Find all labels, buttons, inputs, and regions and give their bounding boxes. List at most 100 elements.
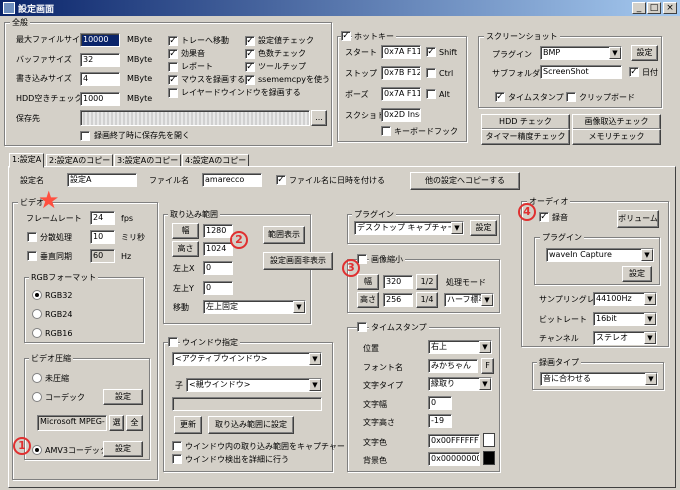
open-after-checkbox[interactable]: [80, 131, 90, 141]
tooltip-checkbox[interactable]: ✓: [245, 62, 255, 72]
ts-font-input[interactable]: みかちゃん: [428, 359, 478, 373]
ss-subfolder-input[interactable]: ScreenShot: [540, 65, 622, 79]
shrink-width-button[interactable]: 幅: [357, 274, 379, 290]
codec-settings-button[interactable]: 設定: [103, 389, 143, 405]
codec-all-button[interactable]: 全: [126, 415, 143, 431]
maximize-button[interactable]: □: [647, 2, 661, 14]
plugin-dropdown[interactable]: デスクトップ キャプチャー ▼: [354, 221, 464, 235]
ss-plugin-dropdown[interactable]: BMP ▼: [540, 46, 622, 60]
volume-button[interactable]: ボリューム: [617, 210, 659, 228]
parent-window-dropdown[interactable]: <親ウインドウ> ▼: [186, 378, 322, 392]
audio-plugin-dropdown[interactable]: waveIn Capture ▼: [546, 248, 654, 262]
mouse-checkbox[interactable]: ✓: [168, 75, 178, 85]
hdd-free-input[interactable]: 1000: [80, 92, 120, 106]
shrink-width-input[interactable]: 320: [383, 275, 413, 289]
memory-check-button[interactable]: メモリチェック: [572, 129, 661, 145]
codec-radio[interactable]: [32, 392, 42, 402]
show-range-button[interactable]: 範囲表示: [263, 226, 305, 244]
hide-settings-button[interactable]: 設定画面非表示: [263, 252, 333, 270]
ss-date-checkbox[interactable]: ✓: [629, 67, 639, 77]
shrink-height-button[interactable]: 高さ: [357, 292, 379, 308]
file-name-input[interactable]: amarecco: [202, 173, 262, 187]
bg-color-swatch[interactable]: [483, 451, 495, 465]
width-button[interactable]: 幅: [172, 223, 199, 239]
keyboard-hook-checkbox[interactable]: [381, 126, 391, 136]
color-check-checkbox[interactable]: ✓: [245, 49, 255, 59]
framerate-input[interactable]: 24: [90, 211, 115, 225]
capture-check-button[interactable]: 画像取込チェック: [572, 114, 661, 130]
ss-clipboard-checkbox[interactable]: [566, 92, 576, 102]
max-file-size-input[interactable]: 10000: [80, 33, 120, 47]
timer-check-button[interactable]: タイマー精度チェック: [481, 129, 570, 145]
ts-cw-input[interactable]: 0: [428, 396, 452, 410]
ts-pos-dropdown[interactable]: 右上 ▼: [428, 340, 492, 354]
set-range-button[interactable]: 取り込み範囲に設定: [208, 416, 294, 434]
minimize-button[interactable]: _: [632, 2, 646, 14]
capture-height-input[interactable]: 1024: [203, 242, 233, 256]
ts-color-input[interactable]: 0x00FFFFFF: [428, 434, 480, 448]
rgb32-radio[interactable]: [32, 290, 42, 300]
append-date-checkbox[interactable]: ✓: [276, 175, 286, 185]
hotkey-checkbox[interactable]: ✓: [341, 31, 351, 41]
refresh-button[interactable]: 更新: [174, 416, 202, 434]
height-button[interactable]: 高さ: [172, 241, 199, 257]
write-size-input[interactable]: 4: [80, 72, 120, 86]
uncompressed-radio[interactable]: [32, 373, 42, 383]
layer-checkbox[interactable]: [168, 88, 178, 98]
plugin-settings-button[interactable]: 設定: [470, 220, 497, 236]
save-dir-input[interactable]: [80, 110, 310, 126]
buffer-size-input[interactable]: 32: [80, 53, 120, 67]
ss-settings-button[interactable]: 設定: [631, 45, 658, 61]
report-checkbox[interactable]: [168, 62, 178, 72]
vsync-input[interactable]: 60: [90, 249, 115, 263]
close-button[interactable]: ×: [663, 2, 677, 14]
copy-settings-button[interactable]: 他の設定へコピーする: [410, 172, 520, 190]
ts-bg-input[interactable]: 0x00000000: [428, 452, 480, 466]
sse-checkbox[interactable]: ✓: [245, 75, 255, 85]
rec-type-dropdown[interactable]: 音に合わせる ▼: [540, 372, 658, 386]
amv3-radio[interactable]: [32, 445, 42, 455]
font-picker-button[interactable]: F: [481, 358, 494, 374]
shrink-height-input[interactable]: 256: [383, 293, 413, 307]
codec-select-button[interactable]: 選: [109, 415, 124, 431]
ctrl-checkbox[interactable]: [426, 68, 436, 78]
ts-type-dropdown[interactable]: 縁取り ▼: [428, 377, 492, 391]
browse-button[interactable]: ...: [311, 110, 327, 126]
timestamp-checkbox[interactable]: [357, 322, 367, 332]
bit-rate-dropdown[interactable]: 16bit ▼: [593, 312, 657, 326]
sample-rate-dropdown[interactable]: 44100Hz ▼: [593, 292, 657, 306]
record-audio-checkbox[interactable]: ✓: [539, 212, 549, 222]
hotkey-pause-input[interactable]: 0x7A F11: [381, 87, 421, 101]
profile-name-input[interactable]: 設定A: [67, 173, 137, 187]
ts-ch-input[interactable]: -19: [428, 414, 452, 428]
vsync-checkbox[interactable]: [27, 251, 37, 261]
sound-checkbox[interactable]: ✓: [168, 49, 178, 59]
split-checkbox[interactable]: [27, 232, 37, 242]
rgb24-radio[interactable]: [32, 309, 42, 319]
rgb16-radio[interactable]: [32, 328, 42, 338]
amv3-settings-button[interactable]: 設定: [103, 441, 143, 457]
left-y-input[interactable]: 0: [203, 281, 233, 295]
alt-checkbox[interactable]: [426, 89, 436, 99]
active-window-dropdown[interactable]: <アクティブウインドウ> ▼: [172, 352, 322, 366]
detail-checkbox[interactable]: [172, 454, 182, 464]
shift-checkbox[interactable]: ✓: [426, 47, 436, 57]
channel-dropdown[interactable]: ステレオ ▼: [593, 331, 657, 345]
hotkey-snapshot-input[interactable]: 0x2D Inse: [381, 108, 421, 122]
tab-1[interactable]: 1:設定A: [9, 153, 45, 168]
window-spec-checkbox[interactable]: [168, 337, 178, 347]
text-color-swatch[interactable]: [483, 433, 495, 447]
hotkey-stop-input[interactable]: 0x7B F12: [381, 66, 421, 80]
process-mode-dropdown[interactable]: ハーフ標準 ▼: [444, 293, 494, 307]
tray-checkbox[interactable]: ✓: [168, 36, 178, 46]
settings-check-checkbox[interactable]: ✓: [245, 36, 255, 46]
ss-timestamp-checkbox[interactable]: ✓: [495, 92, 505, 102]
left-x-input[interactable]: 0: [203, 261, 233, 275]
quarter-button[interactable]: 1/4: [416, 292, 438, 308]
capture-width-input[interactable]: 1280: [203, 224, 233, 238]
hdd-check-button[interactable]: HDD チェック: [481, 114, 570, 130]
half-button[interactable]: 1/2: [416, 274, 438, 290]
move-dropdown[interactable]: 左上固定 ▼: [203, 300, 306, 314]
hotkey-start-input[interactable]: 0x7A F11: [381, 45, 421, 59]
capture-inside-checkbox[interactable]: [172, 441, 182, 451]
